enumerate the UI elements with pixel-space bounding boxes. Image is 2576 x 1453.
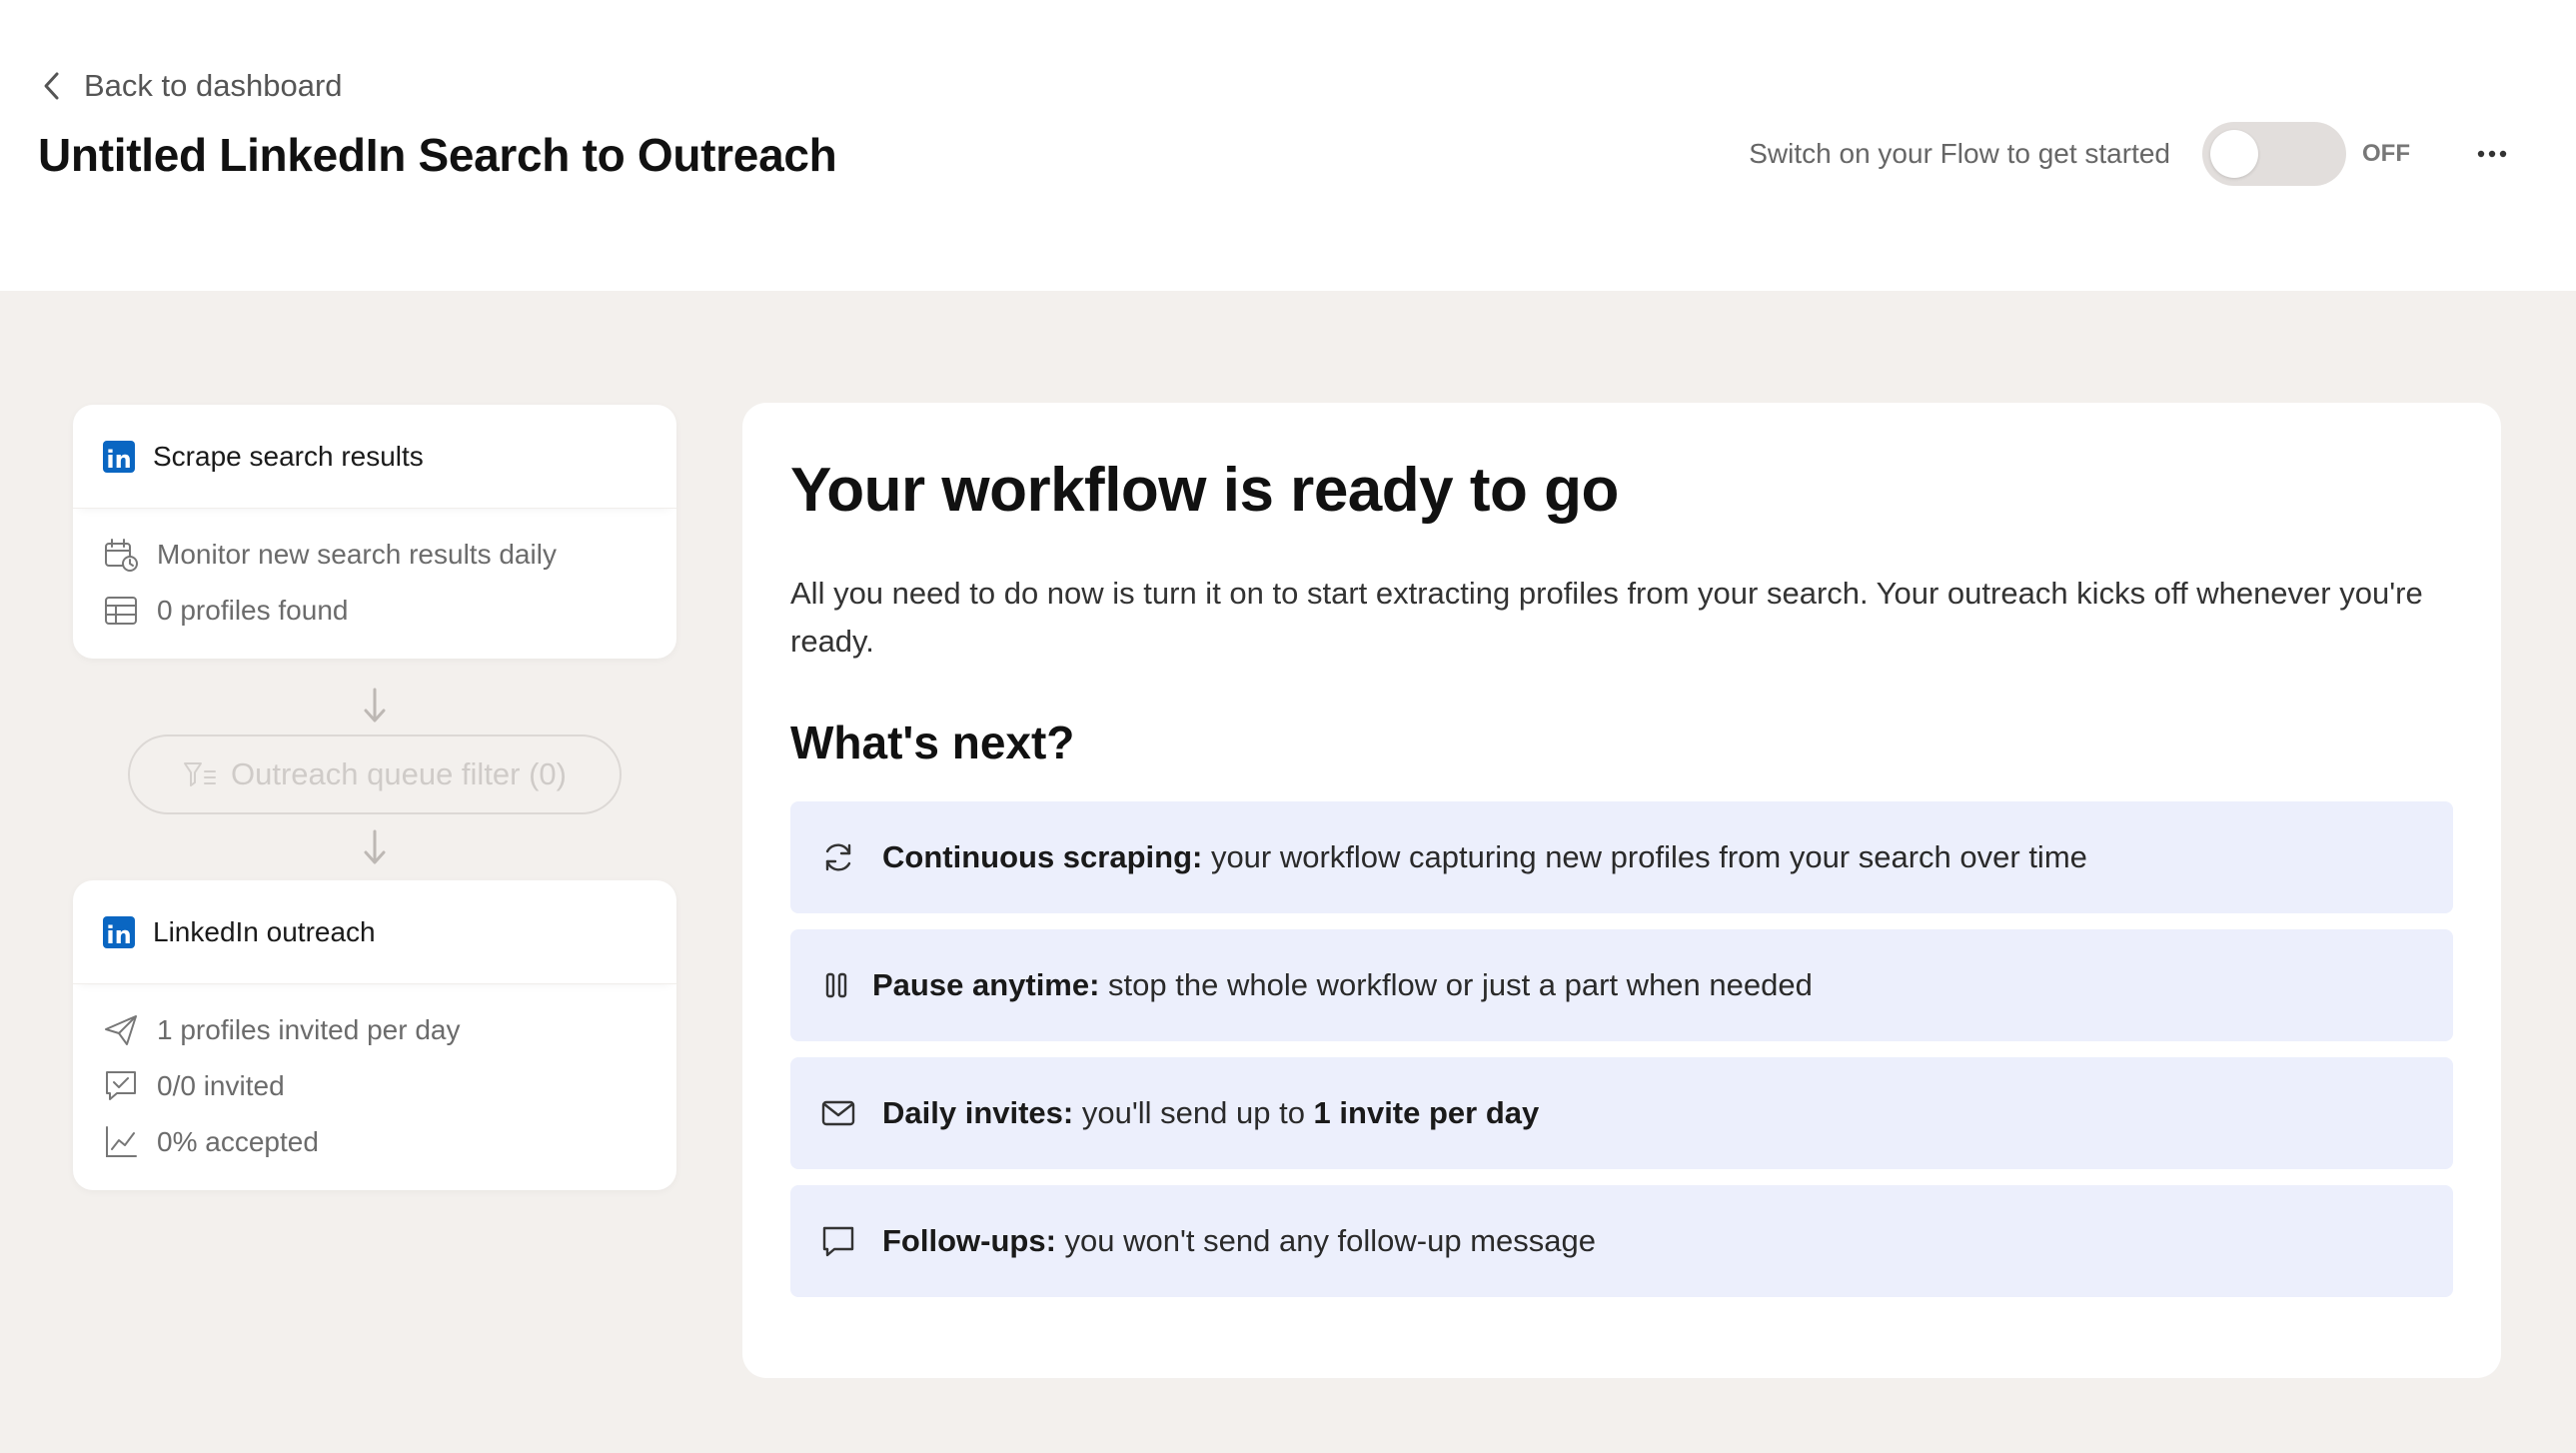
back-label: Back to dashboard <box>84 68 343 103</box>
info-item-continuous-scraping: Continuous scraping: your workflow captu… <box>790 801 2453 913</box>
scrape-card-header: in Scrape search results <box>73 405 676 509</box>
outreach-card-header: in LinkedIn outreach <box>73 880 676 984</box>
scrape-card-title: Scrape search results <box>153 440 424 472</box>
monitor-row: Monitor new search results daily <box>73 527 676 583</box>
info-text: Follow-ups: you won't send any follow-up… <box>882 1223 1597 1258</box>
invites-per-day-row: 1 profiles invited per day <box>73 1002 676 1058</box>
whats-next-heading: What's next? <box>790 717 1075 768</box>
panel-title: Your workflow is ready to go <box>790 456 1619 525</box>
paper-plane-icon <box>105 1015 137 1045</box>
chevron-left-icon <box>44 72 59 100</box>
panel-description: All you need to do now is turn it on to … <box>790 576 2423 659</box>
message-check-icon <box>106 1071 136 1100</box>
switch-hint: Switch on your Flow to get started <box>1749 138 2170 169</box>
invites-per-day-text: 1 profiles invited per day <box>157 1014 461 1045</box>
info-item-pause-anytime: Pause anytime: stop the whole workflow o… <box>790 929 2453 1041</box>
accepted-rate-text: 0% accepted <box>157 1126 319 1157</box>
table-icon <box>105 597 137 625</box>
toggle-state-label: OFF <box>2362 140 2410 167</box>
page-title: Untitled LinkedIn Search to Outreach <box>38 129 837 181</box>
scrape-search-results-card[interactable]: in Scrape search results Monitor new sea… <box>73 405 676 659</box>
filter-icon <box>183 762 216 786</box>
ellipsis-icon <box>2477 150 2507 158</box>
arrow-down-icon <box>364 829 386 864</box>
chat-bubble-icon <box>822 1226 854 1257</box>
whats-next-list: Continuous scraping: your workflow captu… <box>790 801 2453 1297</box>
invited-count-row: 0/0 invited <box>73 1058 676 1114</box>
arrow-down-icon <box>364 688 386 723</box>
info-text: Pause anytime: stop the whole workflow o… <box>872 967 1813 1002</box>
toggle-knob <box>2210 130 2258 178</box>
info-text: Continuous scraping: your workflow captu… <box>882 839 2087 874</box>
profiles-found-text: 0 profiles found <box>157 595 349 626</box>
monitor-text: Monitor new search results daily <box>157 539 557 570</box>
calendar-clock-icon <box>105 539 138 572</box>
workflow-ready-panel: Your workflow is ready to go All you nee… <box>742 403 2501 1378</box>
header-actions: Switch on your Flow to get started OFF <box>1749 122 2516 186</box>
linkedin-icon: in <box>103 440 135 473</box>
profiles-found-row: 0 profiles found <box>73 583 676 639</box>
flow-toggle[interactable] <box>2202 122 2346 186</box>
info-item-daily-invites: Daily invites: you'll send up to 1 invit… <box>790 1057 2453 1169</box>
back-to-dashboard-link[interactable]: Back to dashboard <box>40 64 343 108</box>
linkedin-outreach-card[interactable]: in LinkedIn outreach 1 profiles invited … <box>73 880 676 1190</box>
filter-label: Outreach queue filter (0) <box>230 756 567 791</box>
info-text: Daily invites: you'll send up to 1 invit… <box>882 1095 1540 1130</box>
accepted-rate-row: 0% accepted <box>73 1114 676 1170</box>
pause-icon <box>825 972 847 998</box>
outreach-queue-filter-button[interactable]: Outreach queue filter (0) <box>128 734 622 814</box>
more-options-button[interactable] <box>2468 130 2516 178</box>
linkedin-icon: in <box>103 915 135 948</box>
workflow-canvas: in Scrape search results Monitor new sea… <box>0 291 2576 1453</box>
outreach-card-title: LinkedIn outreach <box>153 915 376 947</box>
line-chart-icon <box>106 1126 137 1157</box>
refresh-icon <box>825 843 851 871</box>
envelope-icon <box>821 1100 855 1126</box>
invited-count-text: 0/0 invited <box>157 1070 285 1101</box>
header: Back to dashboard Untitled LinkedIn Sear… <box>0 0 2576 291</box>
info-item-follow-ups: Follow-ups: you won't send any follow-up… <box>790 1185 2453 1297</box>
